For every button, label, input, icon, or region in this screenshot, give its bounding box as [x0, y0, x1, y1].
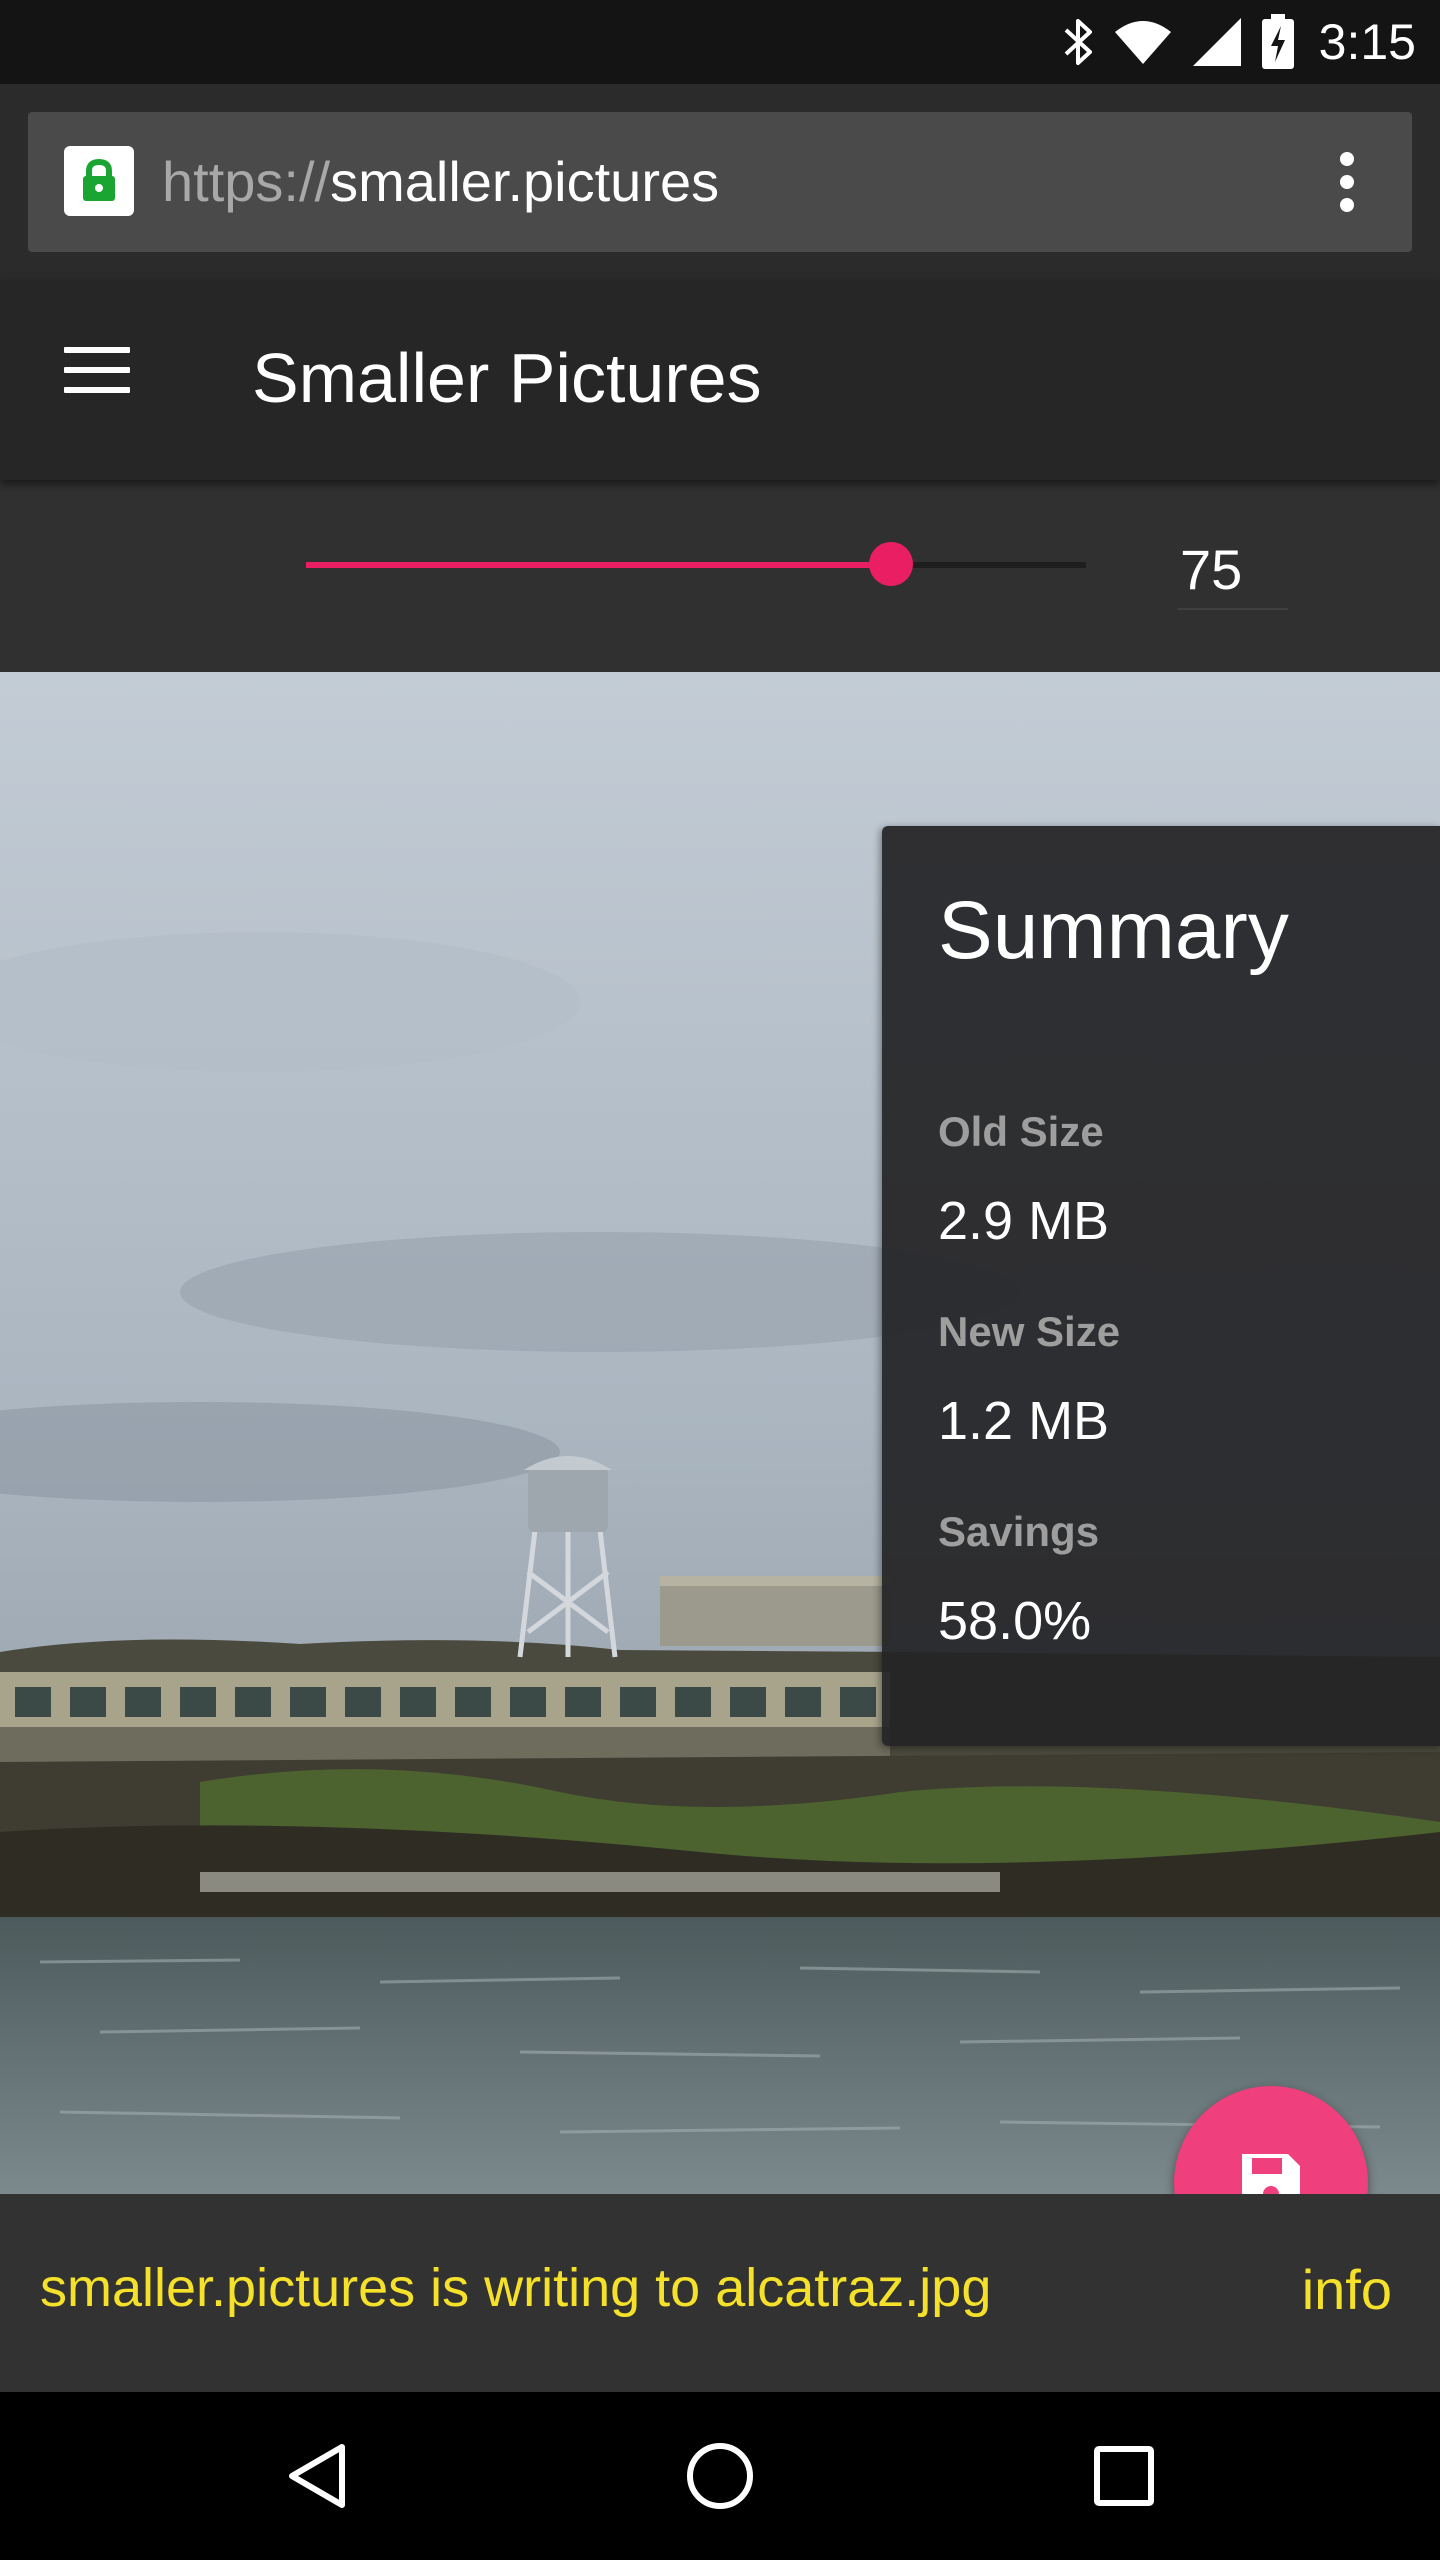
battery-charging-icon: [1261, 14, 1295, 70]
snackbar-message: smaller.pictures is writing to alcatraz.…: [40, 2258, 992, 2318]
recents-square-icon[interactable]: [1082, 2434, 1166, 2518]
back-triangle-icon[interactable]: [274, 2434, 358, 2518]
old-size-value: 2.9 MB: [938, 1191, 1110, 1251]
browser-toolbar: https://smaller.pictures: [0, 84, 1440, 280]
bluetooth-icon: [1063, 16, 1095, 68]
app-bar: Smaller Pictures: [0, 280, 1440, 480]
status-bar: 3:15: [0, 0, 1440, 84]
summary-card: Summary Old Size 2.9 MB New Size 1.2 MB …: [882, 826, 1440, 1746]
page-title: Smaller Pictures: [252, 339, 762, 417]
status-time: 3:15: [1318, 14, 1416, 70]
quality-panel: 75: [0, 480, 1440, 672]
new-size-label: New Size: [938, 1308, 1121, 1355]
quality-slider[interactable]: [306, 542, 1086, 586]
url-text[interactable]: https://smaller.pictures: [162, 112, 719, 252]
quality-slider-thumb[interactable]: [869, 542, 913, 586]
snackbar: smaller.pictures is writing to alcatraz.…: [0, 2194, 1440, 2392]
more-vertical-icon[interactable]: [1332, 152, 1362, 212]
cellular-signal-icon: [1191, 16, 1243, 68]
new-size-value: 1.2 MB: [938, 1391, 1110, 1451]
summary-title: Summary: [938, 885, 1289, 976]
quality-value-input[interactable]: 75: [1178, 530, 1288, 610]
system-navigation-bar: [0, 2392, 1440, 2560]
address-bar[interactable]: https://smaller.pictures: [28, 112, 1412, 252]
wifi-icon: [1113, 18, 1173, 66]
old-size-label: Old Size: [938, 1108, 1104, 1155]
status-icons: 3:15: [1063, 0, 1416, 84]
url-host: smaller.pictures: [330, 150, 720, 213]
quality-slider-fill: [306, 562, 891, 568]
secure-lock-icon[interactable]: [64, 146, 134, 216]
hamburger-menu-icon[interactable]: [64, 347, 130, 393]
url-scheme: https://: [162, 150, 331, 213]
snackbar-info-action[interactable]: info: [1302, 2194, 1392, 2392]
savings-value: 58.0%: [938, 1591, 1092, 1651]
savings-label: Savings: [938, 1508, 1100, 1555]
home-circle-icon[interactable]: [678, 2434, 762, 2518]
